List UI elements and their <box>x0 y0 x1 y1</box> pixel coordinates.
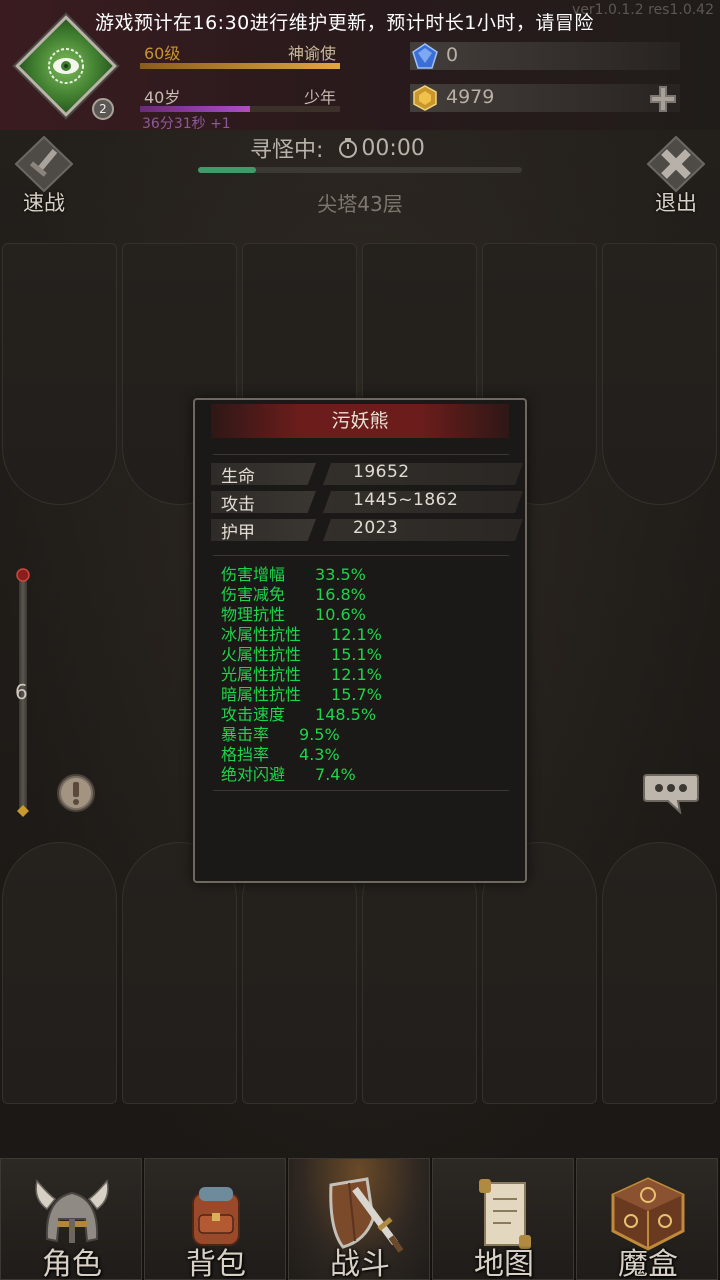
age-timer: 36分31秒 +1 <box>142 116 231 132</box>
level-row: 60级 神谕使 <box>140 40 340 63</box>
monster-basic-stats: 生命 19652 攻击 1445~1862 护甲 2023 <box>211 460 523 544</box>
stat-line: 伤害增幅 33.5% <box>221 561 511 584</box>
ally-slot[interactable] <box>2 842 117 1104</box>
age-stage-text: 少年 <box>303 88 336 107</box>
stat-line: 格挡率 4.3% <box>221 741 511 764</box>
gauge-bottom-gem-icon <box>17 805 29 817</box>
basic-stat-label: 护甲 <box>221 523 255 543</box>
diamond-counter: 0 <box>410 42 680 70</box>
stat-line: 攻击速度 148.5% <box>221 701 511 724</box>
stat-line: 物理抗性 10.6% <box>221 601 511 624</box>
search-status-text: 寻怪中: <box>250 138 324 163</box>
gauge-top-gem-icon <box>16 568 30 582</box>
age-row: 40岁 少年 <box>140 84 340 107</box>
level-bar-fill <box>140 63 340 69</box>
basic-stat-value: 2023 <box>353 518 399 538</box>
nav-tab-battle[interactable]: 战斗 <box>288 1158 430 1280</box>
nav-tab-character[interactable]: 角色 <box>0 1158 142 1280</box>
tower-floor: 尖塔43层 <box>317 192 403 216</box>
stat-line: 火属性抗性 15.1% <box>221 641 511 664</box>
basic-stat-row: 攻击 1445~1862 <box>211 488 523 516</box>
alert-icon[interactable] <box>56 773 96 813</box>
search-status: 寻怪中: 00:00 <box>250 132 425 164</box>
search-progress-fill <box>198 167 257 173</box>
level-bar <box>140 63 340 69</box>
class-text: 神谕使 <box>287 44 336 63</box>
stat-value: 7.4% <box>315 765 356 784</box>
oracle-eye-icon <box>48 48 84 84</box>
maintenance-notice: 游戏预计在16:30进行维护更新，预计时长1小时，请冒险 <box>95 12 594 34</box>
gold-value: 4979 <box>446 86 495 108</box>
age-bar-fill <box>140 106 250 112</box>
player-header: ver1.0.1.2 res1.0.42 2 60级 神谕使 40岁 少年 36… <box>0 0 720 132</box>
age-bar <box>140 106 340 112</box>
search-progress-bar <box>198 167 522 173</box>
ally-slot[interactable] <box>602 842 717 1104</box>
basic-stat-row: 生命 19652 <box>211 460 523 488</box>
close-icon <box>646 135 706 193</box>
monster-name: 污妖熊 <box>211 404 509 438</box>
enemy-slot[interactable] <box>2 243 117 505</box>
diamond-icon <box>412 43 438 69</box>
level-text: 60级 <box>144 44 181 63</box>
nav-tab-magic-box[interactable]: 魔盒 <box>576 1158 718 1280</box>
basic-stat-value: 1445~1862 <box>353 490 459 510</box>
nav-label: 角色 <box>42 1247 102 1280</box>
nav-label: 战斗 <box>330 1247 390 1280</box>
stat-line: 伤害减免 16.8% <box>221 581 511 604</box>
gold-coin-icon <box>413 85 437 111</box>
divider <box>213 555 509 556</box>
chat-icon[interactable] <box>642 772 700 814</box>
monster-info-popup: 污妖熊 生命 19652 攻击 1445~1862 护甲 2023 伤害增幅 33… <box>193 398 527 883</box>
bottom-nav: 角色 背包 战斗 地图 魔盒 <box>0 1158 720 1280</box>
nav-label: 魔盒 <box>618 1247 678 1280</box>
wave-counter: 6 <box>15 680 28 704</box>
wave-gauge: 6 <box>15 568 30 818</box>
divider <box>213 454 509 455</box>
nav-label: 背包 <box>186 1247 246 1280</box>
basic-stat-value: 19652 <box>353 462 410 482</box>
enemy-slot[interactable] <box>602 243 717 505</box>
stat-line: 光属性抗性 12.1% <box>221 661 511 684</box>
basic-stat-row: 护甲 2023 <box>211 516 523 544</box>
nav-tab-map[interactable]: 地图 <box>432 1158 574 1280</box>
monster-advanced-stats: 伤害增幅 33.5% 伤害减免 16.8% 物理抗性 10.6% 冰属性抗性 12.1%… <box>221 561 511 784</box>
sword-icon <box>14 135 74 193</box>
stat-line: 暗属性抗性 15.7% <box>221 681 511 704</box>
nav-label: 地图 <box>474 1247 534 1280</box>
basic-stat-label: 生命 <box>221 467 255 487</box>
stopwatch-icon <box>339 138 358 158</box>
search-timer: 00:00 <box>361 135 425 161</box>
diamond-value: 0 <box>446 44 459 66</box>
stat-label: 绝对闪避 <box>221 765 286 784</box>
divider <box>213 790 509 791</box>
age-text: 40岁 <box>144 88 181 107</box>
add-gold-icon[interactable] <box>646 84 680 114</box>
stat-line: 冰属性抗性 12.1% <box>221 621 511 644</box>
stat-line: 暴击率 9.5% <box>221 721 511 744</box>
avatar-level-badge: 2 <box>92 98 114 120</box>
nav-tab-backpack[interactable]: 背包 <box>144 1158 286 1280</box>
basic-stat-label: 攻击 <box>221 495 255 515</box>
gold-counter: 4979 <box>410 84 680 112</box>
stat-line: 绝对闪避 7.4% <box>221 761 511 784</box>
